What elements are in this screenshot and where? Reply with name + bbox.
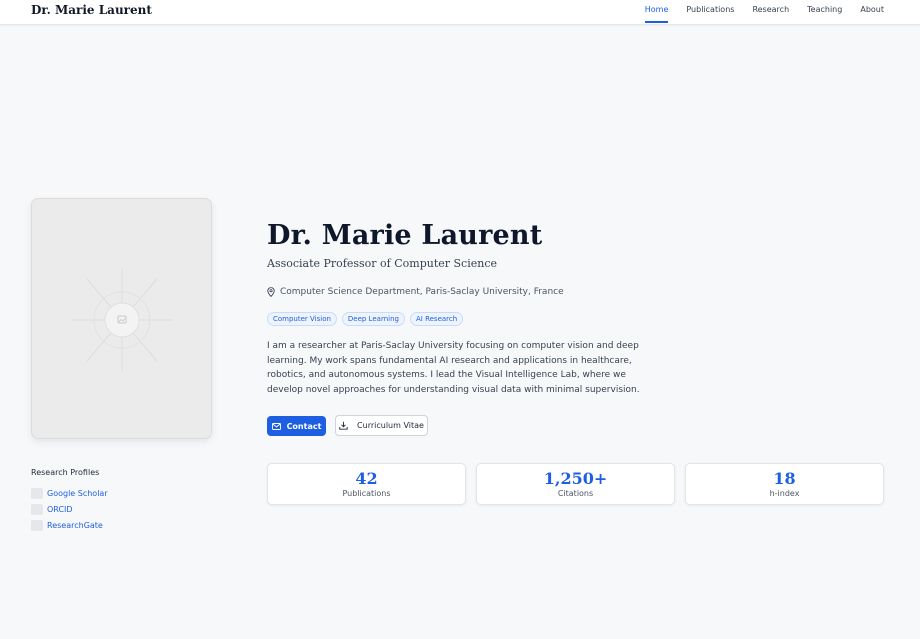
image-placeholder-icon <box>72 269 172 371</box>
nav-research[interactable]: Research <box>752 0 789 23</box>
cv-button-label: Curriculum Vitae <box>357 421 424 430</box>
stat-value: 42 <box>355 469 378 488</box>
stat-card-citations: 1,250+ Citations <box>476 463 675 505</box>
profile-bio: I am a researcher at Paris-Saclay Univer… <box>267 341 640 395</box>
link-google-scholar[interactable]: Google Scholar <box>31 488 108 499</box>
cv-download-button[interactable]: Curriculum Vitae <box>335 415 428 436</box>
contact-button-label: Contact <box>286 421 322 431</box>
nav-publications[interactable]: Publications <box>686 0 734 23</box>
stat-card-h-index: 18 h-index <box>685 463 884 505</box>
tag-deep-learning[interactable]: Deep Learning <box>341 312 405 326</box>
profile-name: Dr. Marie Laurent <box>267 220 543 251</box>
location-text: Computer Science Department, Paris-Sacla… <box>280 287 564 297</box>
stat-card-publications: 42 Publications <box>267 463 466 505</box>
top-nav-bar: Dr. Marie Laurent Home Publications Rese… <box>0 0 920 25</box>
site-title[interactable]: Dr. Marie Laurent <box>31 3 152 17</box>
research-profiles-title: Research Profiles <box>31 468 100 477</box>
stat-label: Publications <box>342 489 391 498</box>
link-label: Google Scholar <box>47 489 108 498</box>
mail-icon <box>271 422 281 430</box>
profile-location: Computer Science Department, Paris-Sacla… <box>267 287 564 297</box>
nav-about[interactable]: About <box>860 0 884 23</box>
research-tags: Computer Vision Deep Learning AI Researc… <box>267 312 468 326</box>
download-icon <box>339 421 348 430</box>
researchgate-icon <box>31 520 43 531</box>
link-label: ResearchGate <box>47 521 103 530</box>
stat-label: Citations <box>557 489 594 498</box>
nav-teaching[interactable]: Teaching <box>807 0 842 23</box>
stat-value: 18 <box>773 469 796 488</box>
tag-computer-vision[interactable]: Computer Vision <box>267 312 337 326</box>
stat-value: 1,250+ <box>543 469 608 488</box>
orcid-icon <box>31 504 43 515</box>
map-pin-icon <box>267 287 275 297</box>
tag-ai-research[interactable]: AI Research <box>409 312 464 326</box>
link-researchgate[interactable]: ResearchGate <box>31 520 103 531</box>
link-orcid[interactable]: ORCID <box>31 504 73 515</box>
stat-label: h-index <box>769 489 800 498</box>
google-scholar-icon <box>31 488 43 499</box>
nav-home[interactable]: Home <box>644 0 668 23</box>
profile-title: Associate Professor of Computer Science <box>267 257 498 270</box>
main-nav: Home Publications Research Teaching Abou… <box>627 0 884 25</box>
link-label: ORCID <box>47 505 73 514</box>
profile-photo-placeholder <box>31 198 212 439</box>
contact-button[interactable]: Contact <box>267 416 326 436</box>
